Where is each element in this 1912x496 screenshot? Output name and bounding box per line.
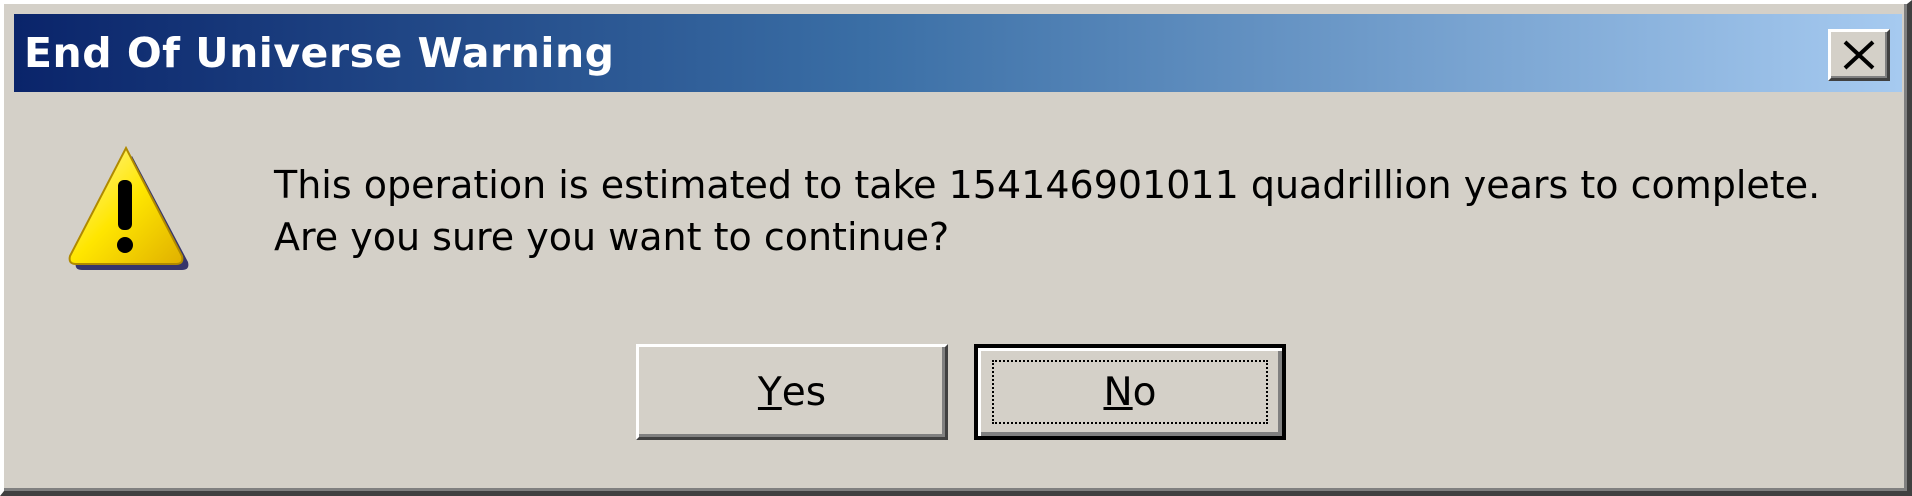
no-button-label: o	[1132, 369, 1157, 415]
dialog-window: End Of Universe Warning This operation i…	[0, 0, 1912, 496]
no-button-accelerator: N	[1103, 369, 1133, 415]
close-button[interactable]	[1828, 29, 1890, 81]
close-icon	[1843, 40, 1875, 70]
message-line-1: This operation is estimated to take 1541…	[274, 163, 1821, 207]
yes-button-label: es	[781, 369, 827, 415]
title-bar[interactable]: End Of Universe Warning	[14, 14, 1902, 92]
no-button[interactable]: No	[974, 344, 1286, 440]
message-line-2: Are you sure you want to continue?	[274, 215, 950, 259]
warning-icon	[68, 145, 189, 270]
window-title: End Of Universe Warning	[24, 29, 615, 77]
warning-message: This operation is estimated to take 1541…	[274, 159, 1820, 263]
yes-button[interactable]: Yes	[636, 344, 948, 440]
yes-button-accelerator: Y	[757, 369, 782, 415]
